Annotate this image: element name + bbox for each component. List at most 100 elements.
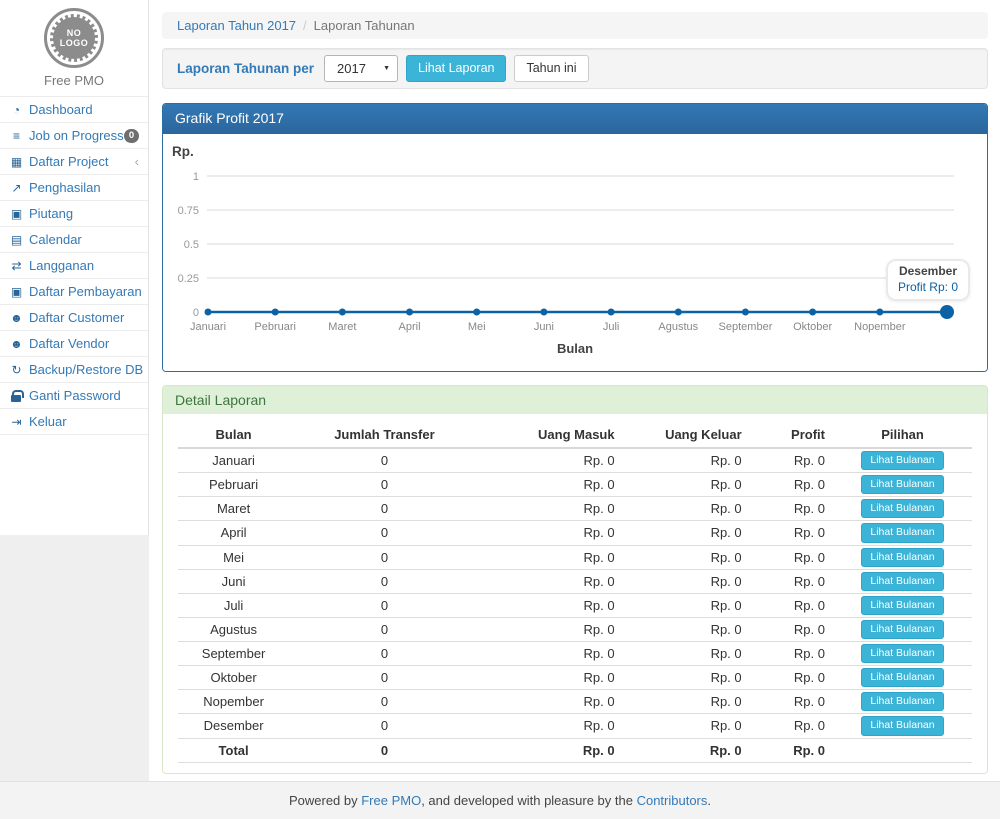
sidebar-item-label: Backup/Restore DB [29, 362, 143, 377]
page-footer: Powered by Free PMO, and developed with … [0, 781, 1000, 819]
breadcrumb-separator: / [303, 18, 307, 33]
col-header-pilihan: Pilihan [833, 422, 972, 448]
cell-profit: Rp. 0 [750, 521, 833, 545]
sidebar-item-daftar-vendor[interactable]: ☻ Daftar Vendor [0, 331, 148, 357]
users-icon: ☻ [9, 312, 24, 324]
cell-uang-masuk: Rp. 0 [480, 642, 623, 666]
sidebar-item-piutang[interactable]: ▣ Piutang [0, 201, 148, 227]
cell-bulan: Maret [178, 497, 289, 521]
svg-text:April: April [399, 321, 421, 333]
cell-uang-keluar: Rp. 0 [623, 448, 750, 473]
sidebar-item-label: Penghasilan [29, 180, 101, 195]
lihat-bulanan-button[interactable]: Lihat Bulanan [861, 548, 943, 567]
cell-uang-keluar: Rp. 0 [623, 666, 750, 690]
svg-text:Maret: Maret [328, 321, 356, 333]
footer-prefix: Powered by [289, 793, 361, 808]
cell-profit: Rp. 0 [750, 642, 833, 666]
cell-profit: Rp. 0 [750, 690, 833, 714]
sidebar-item-calendar[interactable]: ▤ Calendar [0, 227, 148, 253]
sidebar-item-penghasilan[interactable]: ↗ Penghasilan [0, 175, 148, 201]
sidebar-item-daftar-customer[interactable]: ☻ Daftar Customer [0, 305, 148, 331]
lihat-bulanan-button[interactable]: Lihat Bulanan [861, 523, 943, 542]
total-label: Total [178, 738, 289, 762]
sidebar-item-label: Ganti Password [29, 388, 121, 403]
cell-profit: Rp. 0 [750, 593, 833, 617]
table-icon: ▦ [9, 156, 24, 168]
sidebar-item-ganti-password[interactable]: Ganti Password [0, 383, 148, 409]
cell-uang-keluar: Rp. 0 [623, 593, 750, 617]
cell-uang-masuk: Rp. 0 [480, 666, 623, 690]
col-header-uang-masuk: Uang Masuk [480, 422, 623, 448]
sidebar-item-label: Daftar Project [29, 154, 108, 169]
table-total-row: Total 0 Rp. 0 Rp. 0 Rp. 0 [178, 738, 972, 762]
cell-bulan: Juli [178, 593, 289, 617]
chevron-left-icon: ‹ [135, 156, 139, 168]
sidebar-item-label: Calendar [29, 232, 82, 247]
table-row: September 0 Rp. 0 Rp. 0 Rp. 0 Lihat Bula… [178, 642, 972, 666]
cell-uang-masuk: Rp. 0 [480, 473, 623, 497]
cell-uang-masuk: Rp. 0 [480, 714, 623, 738]
free-pmo-link[interactable]: Free PMO [361, 793, 421, 808]
sidebar-item-label: Daftar Customer [29, 310, 124, 325]
lihat-bulanan-button[interactable]: Lihat Bulanan [861, 596, 943, 615]
tahun-ini-button[interactable]: Tahun ini [514, 55, 588, 83]
breadcrumb-link-laporan-tahun[interactable]: Laporan Tahun 2017 [177, 18, 296, 33]
sidebar-item-daftar-pembayaran[interactable]: ▣ Daftar Pembayaran [0, 279, 148, 305]
lihat-bulanan-button[interactable]: Lihat Bulanan [861, 451, 943, 470]
lihat-bulanan-button[interactable]: Lihat Bulanan [861, 572, 943, 591]
sidebar-item-dashboard[interactable]: ◔ Dashboard [0, 97, 148, 123]
app-name: Free PMO [0, 73, 148, 96]
report-toolbar: Laporan Tahunan per 2017 ▼ Lihat Laporan… [162, 48, 988, 89]
chart-panel-title: Grafik Profit 2017 [163, 104, 987, 134]
cell-profit: Rp. 0 [750, 448, 833, 473]
logo-link[interactable]: NO LOGO [0, 8, 148, 68]
tooltip-month: Desember [898, 264, 958, 278]
sidebar: NO LOGO Free PMO ◔ Dashboard ≡ Job on Pr… [0, 0, 149, 535]
breadcrumb: Laporan Tahun 2017 / Laporan Tahunan [162, 12, 988, 39]
lihat-bulanan-button[interactable]: Lihat Bulanan [861, 668, 943, 687]
table-row: Maret 0 Rp. 0 Rp. 0 Rp. 0 Lihat Bulanan [178, 497, 972, 521]
lihat-bulanan-button[interactable]: Lihat Bulanan [861, 620, 943, 639]
users-icon: ☻ [9, 338, 24, 350]
refresh-icon: ↻ [9, 364, 24, 376]
svg-text:Bulan: Bulan [557, 341, 593, 356]
sidebar-item-langganan[interactable]: ⇄ Langganan [0, 253, 148, 279]
total-keluar: Rp. 0 [623, 738, 750, 762]
cell-jumlah-transfer: 0 [289, 497, 480, 521]
count-badge: 0 [124, 129, 139, 143]
chart-icon: ↗ [9, 182, 24, 194]
main-content: Laporan Tahun 2017 / Laporan Tahunan Lap… [149, 0, 1000, 781]
cell-jumlah-transfer: 0 [289, 545, 480, 569]
svg-text:Oktober: Oktober [793, 321, 832, 333]
total-masuk: Rp. 0 [480, 738, 623, 762]
col-header-profit: Profit [750, 422, 833, 448]
lihat-bulanan-button[interactable]: Lihat Bulanan [861, 716, 943, 735]
logo-text-line2: LOGO [60, 38, 89, 48]
tooltip-value: Profit Rp: 0 [898, 280, 958, 294]
svg-text:Pebruari: Pebruari [254, 321, 296, 333]
table-row: Juni 0 Rp. 0 Rp. 0 Rp. 0 Lihat Bulanan [178, 569, 972, 593]
lihat-laporan-button[interactable]: Lihat Laporan [406, 55, 506, 83]
contributors-link[interactable]: Contributors [637, 793, 708, 808]
sidebar-item-keluar[interactable]: ⇥ Keluar [0, 409, 148, 435]
table-row: Desember 0 Rp. 0 Rp. 0 Rp. 0 Lihat Bulan… [178, 714, 972, 738]
sidebar-item-job-on-progress[interactable]: ≡ Job on Progress 0 [0, 123, 148, 149]
year-select[interactable]: 2017 ▼ [324, 55, 398, 82]
table-row: Pebruari 0 Rp. 0 Rp. 0 Rp. 0 Lihat Bulan… [178, 473, 972, 497]
sidebar-item-label: Dashboard [29, 102, 93, 117]
lihat-bulanan-button[interactable]: Lihat Bulanan [861, 499, 943, 518]
sidebar-item-daftar-project[interactable]: ▦ Daftar Project ‹ [0, 149, 148, 175]
lihat-bulanan-button[interactable]: Lihat Bulanan [861, 692, 943, 711]
cell-bulan: April [178, 521, 289, 545]
cell-uang-keluar: Rp. 0 [623, 569, 750, 593]
cell-uang-masuk: Rp. 0 [480, 497, 623, 521]
sidebar-item-backup-restore-db[interactable]: ↻ Backup/Restore DB [0, 357, 148, 383]
lihat-bulanan-button[interactable]: Lihat Bulanan [861, 644, 943, 663]
table-row: April 0 Rp. 0 Rp. 0 Rp. 0 Lihat Bulanan [178, 521, 972, 545]
lihat-bulanan-button[interactable]: Lihat Bulanan [861, 475, 943, 494]
svg-text:Mei: Mei [468, 321, 486, 333]
cell-jumlah-transfer: 0 [289, 617, 480, 641]
col-header-bulan: Bulan [178, 422, 289, 448]
cell-jumlah-transfer: 0 [289, 642, 480, 666]
cell-profit: Rp. 0 [750, 473, 833, 497]
